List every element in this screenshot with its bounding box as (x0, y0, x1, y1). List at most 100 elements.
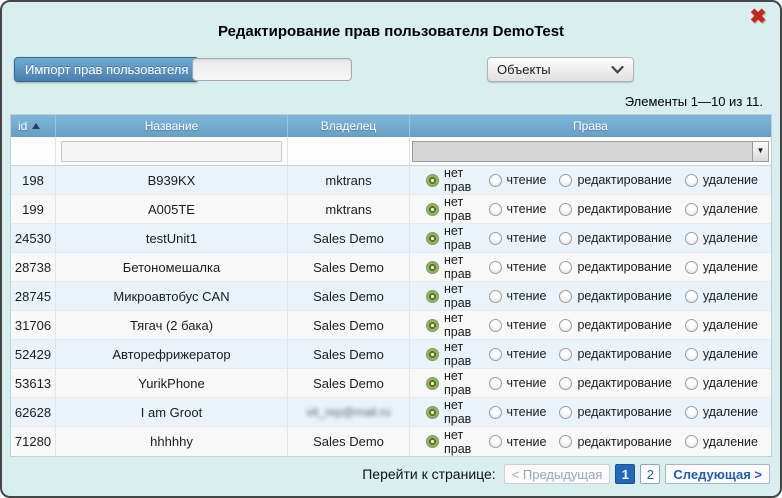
rights-option-2[interactable]: редактирование (559, 173, 671, 187)
radio-icon[interactable] (685, 348, 698, 361)
rights-option-3[interactable]: удаление (685, 318, 758, 332)
radio-icon[interactable] (489, 377, 502, 390)
radio-icon[interactable] (426, 232, 439, 245)
radio-icon[interactable] (685, 174, 698, 187)
edit-user-rights-dialog: Редактирование прав пользователя DemoTes… (0, 0, 782, 498)
rights-option-2[interactable]: редактирование (559, 435, 671, 449)
radio-icon[interactable] (559, 290, 572, 303)
rights-option-2[interactable]: редактирование (559, 376, 671, 390)
header-id[interactable]: id (11, 115, 56, 137)
radio-icon[interactable] (559, 261, 572, 274)
radio-icon[interactable] (559, 406, 572, 419)
radio-icon[interactable] (685, 377, 698, 390)
rights-option-1[interactable]: чтение (489, 376, 547, 390)
radio-icon[interactable] (489, 435, 502, 448)
rights-option-0[interactable]: нет прав (426, 282, 476, 310)
radio-icon[interactable] (489, 203, 502, 216)
radio-icon[interactable] (426, 406, 439, 419)
radio-icon[interactable] (489, 232, 502, 245)
rights-option-1[interactable]: чтение (489, 202, 547, 216)
radio-icon[interactable] (559, 377, 572, 390)
radio-icon[interactable] (489, 406, 502, 419)
rights-option-3[interactable]: удаление (685, 347, 758, 361)
header-rights[interactable]: Права (410, 115, 771, 137)
radio-icon[interactable] (685, 319, 698, 332)
radio-icon[interactable] (426, 319, 439, 332)
radio-icon[interactable] (426, 435, 439, 448)
close-button[interactable]: ✖ (746, 5, 770, 29)
rights-option-1[interactable]: чтение (489, 405, 547, 419)
rights-option-1[interactable]: чтение (489, 347, 547, 361)
rights-option-1[interactable]: чтение (489, 260, 547, 274)
radio-icon[interactable] (559, 435, 572, 448)
rights-option-3[interactable]: удаление (685, 202, 758, 216)
radio-icon[interactable] (426, 348, 439, 361)
rights-option-0[interactable]: нет прав (426, 340, 476, 368)
rights-option-2[interactable]: редактирование (559, 289, 671, 303)
rights-option-3[interactable]: удаление (685, 405, 758, 419)
radio-icon[interactable] (489, 319, 502, 332)
import-rights-button[interactable]: Импорт прав пользователя (14, 57, 199, 82)
import-user-input[interactable] (192, 58, 352, 81)
rights-option-3[interactable]: удаление (685, 376, 758, 390)
radio-icon[interactable] (559, 319, 572, 332)
combo-dropdown-button[interactable]: ▼ (752, 142, 768, 161)
radio-icon[interactable] (489, 261, 502, 274)
cell-name: B939KX (56, 166, 288, 194)
rights-option-2[interactable]: редактирование (559, 405, 671, 419)
rights-option-2[interactable]: редактирование (559, 347, 671, 361)
header-owner[interactable]: Владелец (288, 115, 410, 137)
rights-option-1[interactable]: чтение (489, 231, 547, 245)
owner-text: Sales Demo (313, 260, 384, 275)
rights-option-3[interactable]: удаление (685, 435, 758, 449)
rights-option-0[interactable]: нет прав (426, 311, 476, 339)
radio-option-label: нет прав (444, 369, 476, 397)
rights-option-1[interactable]: чтение (489, 173, 547, 187)
radio-icon[interactable] (685, 435, 698, 448)
rights-option-1[interactable]: чтение (489, 435, 547, 449)
chevron-down-icon (611, 66, 624, 74)
rights-option-3[interactable]: удаление (685, 260, 758, 274)
radio-icon[interactable] (685, 290, 698, 303)
radio-icon[interactable] (426, 261, 439, 274)
radio-icon[interactable] (685, 203, 698, 216)
rights-option-0[interactable]: нет прав (426, 398, 476, 426)
page-button-1[interactable]: 1 (615, 464, 635, 484)
radio-icon[interactable] (559, 203, 572, 216)
radio-icon[interactable] (559, 348, 572, 361)
radio-icon[interactable] (559, 174, 572, 187)
radio-icon[interactable] (426, 174, 439, 187)
radio-icon[interactable] (559, 232, 572, 245)
radio-icon[interactable] (426, 377, 439, 390)
rights-option-2[interactable]: редактирование (559, 318, 671, 332)
rights-option-0[interactable]: нет прав (426, 195, 476, 223)
rights-option-2[interactable]: редактирование (559, 231, 671, 245)
rights-option-0[interactable]: нет прав (426, 166, 476, 194)
rights-option-2[interactable]: редактирование (559, 260, 671, 274)
radio-icon[interactable] (489, 174, 502, 187)
rights-option-1[interactable]: чтение (489, 289, 547, 303)
rights-option-0[interactable]: нет прав (426, 428, 476, 456)
radio-icon[interactable] (685, 232, 698, 245)
radio-icon[interactable] (426, 290, 439, 303)
rights-option-0[interactable]: нет прав (426, 369, 476, 397)
radio-icon[interactable] (489, 348, 502, 361)
rights-filter-select[interactable]: ▼ (412, 141, 769, 162)
next-page-button[interactable]: Следующая > (665, 464, 770, 484)
entity-type-select[interactable]: Объекты (487, 57, 634, 82)
rights-option-0[interactable]: нет прав (426, 224, 476, 252)
rights-option-0[interactable]: нет прав (426, 253, 476, 281)
page-button-2[interactable]: 2 (640, 464, 660, 484)
prev-page-button[interactable]: < Предыдущая (504, 464, 611, 484)
radio-icon[interactable] (685, 406, 698, 419)
rights-option-3[interactable]: удаление (685, 289, 758, 303)
rights-option-1[interactable]: чтение (489, 318, 547, 332)
rights-option-2[interactable]: редактирование (559, 202, 671, 216)
name-filter-input[interactable] (61, 141, 282, 162)
radio-icon[interactable] (426, 203, 439, 216)
header-name[interactable]: Название (56, 115, 288, 137)
rights-option-3[interactable]: удаление (685, 173, 758, 187)
radio-icon[interactable] (489, 290, 502, 303)
radio-icon[interactable] (685, 261, 698, 274)
rights-option-3[interactable]: удаление (685, 231, 758, 245)
